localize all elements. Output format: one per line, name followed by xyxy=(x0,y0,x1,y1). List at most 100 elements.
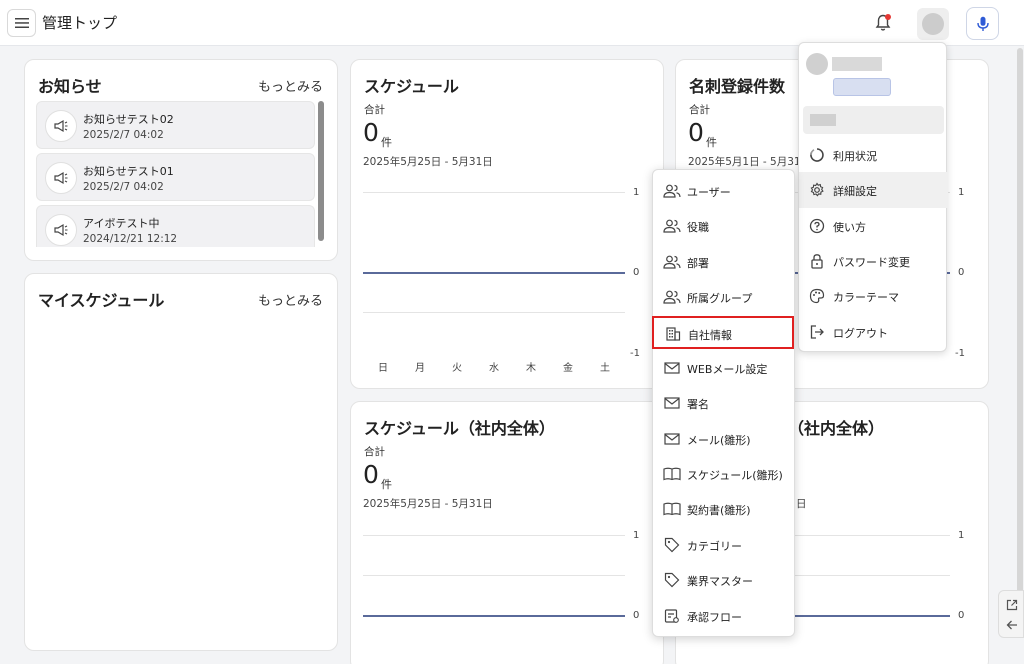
account-button[interactable] xyxy=(917,8,949,40)
news-card: お知らせ もっとみる お知らせテスト02 2025/2/7 04:02 お知らせ… xyxy=(24,59,338,261)
x-tick-label: 月 xyxy=(415,363,425,374)
news-title: お知らせ xyxy=(38,77,102,96)
grid-line xyxy=(363,312,625,313)
megaphone-icon xyxy=(45,162,77,194)
submenu-item-departments[interactable]: 部署 xyxy=(653,244,796,279)
news-item-title: お知らせテスト02 xyxy=(83,113,174,126)
y-tick-label: 1 xyxy=(633,530,640,541)
submenu-item-schedule-template[interactable]: スケジュール(雛形) xyxy=(653,456,796,491)
logout-icon xyxy=(807,322,827,342)
submenu-item-signature[interactable]: 署名 xyxy=(653,385,796,420)
sum-value: 0 xyxy=(688,118,704,147)
lock-icon xyxy=(807,251,827,271)
my-schedule-more-link[interactable]: もっとみる xyxy=(258,290,323,309)
submenu-item-label: メール(雛形) xyxy=(687,434,751,447)
submenu-item-label: 自社情報 xyxy=(688,329,732,342)
news-more-link[interactable]: もっとみる xyxy=(258,76,323,95)
my-schedule-title: マイスケジュール xyxy=(38,291,165,310)
book-icon xyxy=(662,464,682,484)
date-range: 2025年5月25日 - 5月31日 xyxy=(363,498,493,510)
sum-value: 0 xyxy=(363,460,379,489)
x-tick-label: 火 xyxy=(452,363,462,374)
submenu-item-webmail-settings[interactable]: WEBメール設定 xyxy=(653,350,796,385)
submenu-item-mail-template[interactable]: メール(雛形) xyxy=(653,421,796,456)
submenu-item-contract-template[interactable]: 契約書(雛形) xyxy=(653,491,796,526)
menu-item-label: カラーテーマ xyxy=(833,291,899,304)
menu-item-usage[interactable]: 利用状況 xyxy=(799,137,948,173)
menu-item-password[interactable]: パスワード変更 xyxy=(799,243,948,279)
chart-series-line xyxy=(363,272,625,274)
submenu-item-categories[interactable]: カテゴリー xyxy=(653,527,796,562)
page-scrollbar[interactable] xyxy=(1017,48,1023,618)
menu-item-help[interactable]: 使い方 xyxy=(799,208,948,244)
sum-label: 合計 xyxy=(364,104,385,116)
sum-value: 0 xyxy=(363,118,379,147)
submenu-item-label: WEBメール設定 xyxy=(687,363,768,376)
x-tick-label: 金 xyxy=(563,363,573,374)
submenu-item-approval-flow[interactable]: 承認フロー xyxy=(653,598,796,633)
news-item-title: アイボテスト中 xyxy=(83,217,160,230)
menu-item-logout[interactable]: ログアウト xyxy=(799,314,948,350)
users-icon xyxy=(662,287,682,307)
menu-item-label: 使い方 xyxy=(833,221,866,234)
page-title: 管理トップ xyxy=(42,14,118,32)
sum-unit: 件 xyxy=(381,136,392,149)
submenu-item-label: 部署 xyxy=(687,257,709,270)
sum-unit: 件 xyxy=(381,478,392,491)
menu-item-label: 詳細設定 xyxy=(833,185,877,198)
date-range: 2025年5月25日 - 5月31日 xyxy=(363,156,493,168)
megaphone-icon xyxy=(45,214,77,246)
submenu-item-users[interactable]: ユーザー xyxy=(653,173,796,208)
hamburger-icon[interactable] xyxy=(7,9,36,37)
y-tick-label: 0 xyxy=(633,267,640,278)
submenu-item-groups[interactable]: 所属グループ xyxy=(653,279,796,314)
mail-icon xyxy=(662,358,682,378)
y-tick-label: 0 xyxy=(633,610,640,621)
menu-item-label: 利用状況 xyxy=(833,150,877,163)
y-tick-label: 1 xyxy=(633,187,640,198)
users-icon xyxy=(662,252,682,272)
external-link-icon[interactable] xyxy=(1004,597,1020,613)
schedule-company-title: スケジュール（社内全体） xyxy=(364,419,555,438)
submenu-item-label: スケジュール(雛形) xyxy=(687,469,783,482)
building-icon xyxy=(663,324,683,344)
list-item[interactable]: アイボテスト中 2024/12/21 12:12 xyxy=(36,205,315,247)
sum-label: 合計 xyxy=(689,104,710,116)
sum-label: 合計 xyxy=(364,446,385,458)
submenu-item-positions[interactable]: 役職 xyxy=(653,208,796,243)
users-icon xyxy=(662,216,682,236)
schedule-title: スケジュール xyxy=(364,77,459,96)
help-icon xyxy=(807,216,827,236)
schedule-company-card: スケジュール（社内全体） 合計 0 件 2025年5月25日 - 5月31日 1… xyxy=(350,401,664,664)
avatar xyxy=(922,13,944,35)
tag-icon xyxy=(662,570,682,590)
news-scrollbar[interactable] xyxy=(318,101,324,241)
date-range: 日 xyxy=(796,498,807,510)
account-menu: 利用状況 詳細設定 使い方 パスワード変更 カラーテーマ ログアウト xyxy=(798,42,948,352)
y-tick-label: -1 xyxy=(955,348,965,359)
submenu-item-industry-master[interactable]: 業界マスター xyxy=(653,562,796,597)
palette-icon xyxy=(807,286,827,306)
y-tick-label: -1 xyxy=(630,348,640,359)
x-tick-label: 土 xyxy=(600,363,610,374)
submenu-item-label: カテゴリー xyxy=(687,540,742,553)
menu-item-color-theme[interactable]: カラーテーマ xyxy=(799,278,948,314)
book-icon xyxy=(662,499,682,519)
organization-placeholder xyxy=(810,114,836,126)
mic-icon[interactable] xyxy=(966,7,999,40)
list-item[interactable]: お知らせテスト02 2025/2/7 04:02 xyxy=(36,101,315,149)
notification-badge xyxy=(885,14,891,20)
date-range: 2025年5月1日 - 5月31日 xyxy=(688,156,812,168)
arrow-left-icon[interactable] xyxy=(1004,617,1020,633)
users-icon xyxy=(662,181,682,201)
menu-item-advanced-settings[interactable]: 詳細設定 xyxy=(799,172,948,208)
x-tick-label: 木 xyxy=(526,363,536,374)
grid-line xyxy=(363,192,625,193)
avatar xyxy=(806,53,828,75)
y-tick-label: 0 xyxy=(958,610,965,621)
list-item[interactable]: お知らせテスト01 2025/2/7 04:02 xyxy=(36,153,315,201)
usage-icon xyxy=(807,145,827,165)
organization-selector[interactable] xyxy=(803,106,944,134)
submenu-item-company-info[interactable]: 自社情報 xyxy=(652,316,794,349)
settings-submenu: ユーザー 役職 部署 所属グループ 自社情報 WEBメール設定 署名 メール(雛… xyxy=(652,169,795,637)
